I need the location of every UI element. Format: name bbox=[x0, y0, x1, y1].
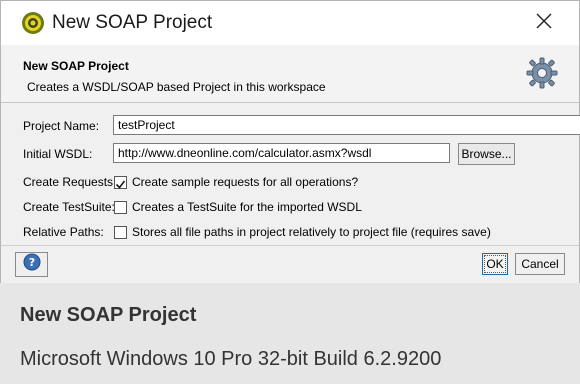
relative-paths-text: Stores all file paths in project relativ… bbox=[132, 225, 491, 239]
create-requests-checkbox[interactable] bbox=[114, 176, 127, 189]
initial-wsdl-input[interactable] bbox=[113, 143, 450, 163]
help-icon: ? bbox=[23, 253, 41, 276]
relative-paths-checkbox[interactable] bbox=[114, 226, 127, 239]
header-description: Creates a WSDL/SOAP based Project in thi… bbox=[27, 80, 326, 94]
new-soap-project-dialog: New SOAP Project New SOAP Project Create… bbox=[0, 0, 580, 283]
close-button[interactable] bbox=[527, 7, 561, 39]
header-title: New SOAP Project bbox=[23, 59, 129, 73]
help-button[interactable]: ? bbox=[15, 252, 48, 277]
project-name-input[interactable] bbox=[113, 115, 580, 135]
project-form: Project Name: Initial WSDL: Browse... Cr… bbox=[1, 103, 580, 245]
title-bar[interactable]: New SOAP Project bbox=[1, 1, 579, 45]
caption-title: New SOAP Project bbox=[20, 304, 197, 326]
window-title: New SOAP Project bbox=[52, 12, 213, 33]
project-name-label: Project Name: bbox=[23, 119, 100, 133]
close-icon bbox=[536, 13, 552, 34]
gear-icon bbox=[525, 56, 559, 90]
browse-button[interactable]: Browse... bbox=[458, 143, 515, 165]
create-requests-text: Create sample requests for all operation… bbox=[132, 175, 359, 189]
soapui-logo-icon bbox=[21, 11, 45, 35]
create-testsuite-checkbox[interactable] bbox=[114, 201, 127, 214]
initial-wsdl-label: Initial WSDL: bbox=[23, 147, 93, 161]
dialog-header: New SOAP Project Creates a WSDL/SOAP bas… bbox=[1, 45, 579, 103]
create-testsuite-text: Creates a TestSuite for the imported WSD… bbox=[132, 200, 362, 214]
ok-button[interactable]: OK bbox=[482, 253, 508, 275]
caption-area: New SOAP Project Microsoft Windows 10 Pr… bbox=[0, 290, 580, 384]
relative-paths-label: Relative Paths: bbox=[23, 225, 104, 239]
create-testsuite-label: Create TestSuite: bbox=[23, 200, 115, 214]
checkmark-icon bbox=[115, 180, 126, 189]
cancel-button[interactable]: Cancel bbox=[515, 253, 565, 275]
svg-text:?: ? bbox=[28, 256, 34, 269]
caption-subtitle: Microsoft Windows 10 Pro 32-bit Build 6.… bbox=[20, 348, 442, 370]
create-requests-label: Create Requests: bbox=[23, 175, 117, 189]
dialog-footer: ? OK Cancel bbox=[1, 245, 579, 283]
